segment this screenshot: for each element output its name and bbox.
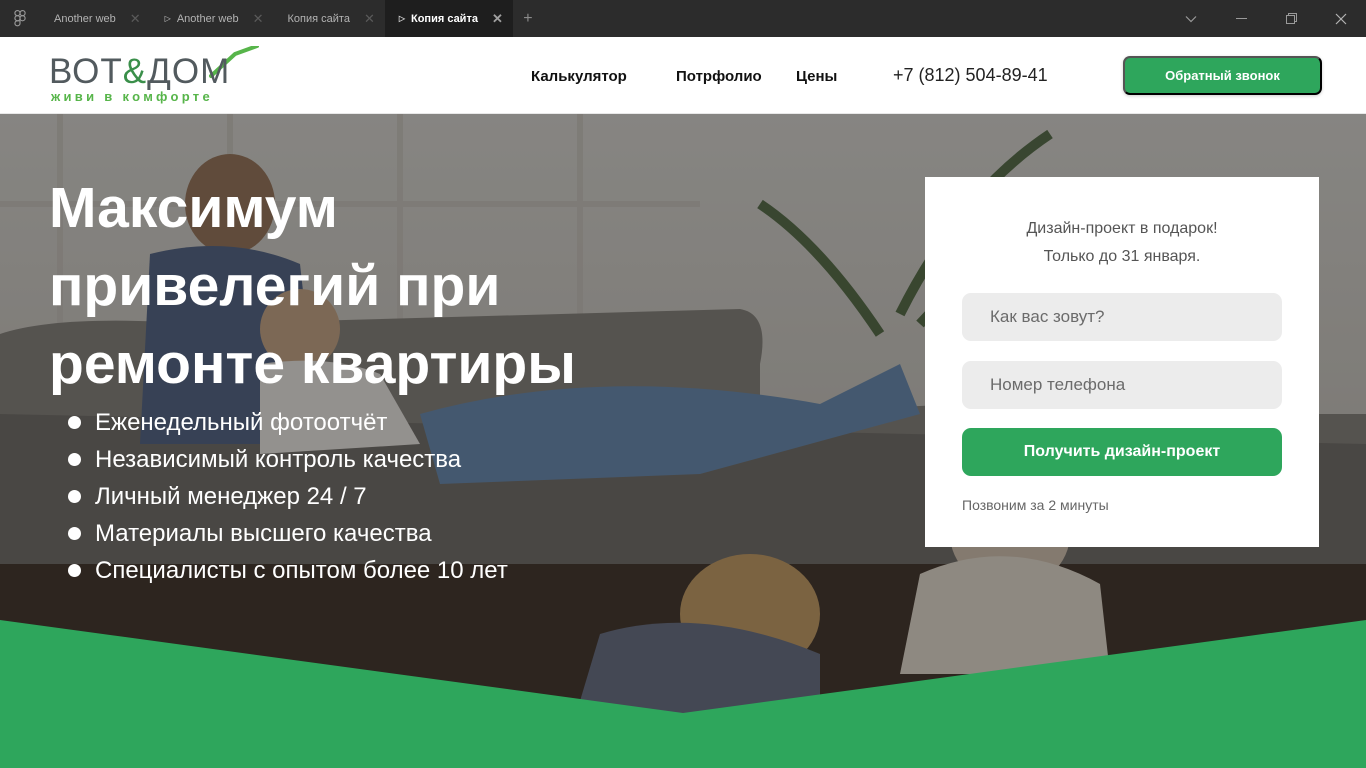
close-window-button[interactable] [1316,0,1366,37]
new-tab-button[interactable]: + [513,0,543,37]
logo-wordmark: ВОТ&ДОМ [49,52,230,92]
nav-portfolio[interactable]: Потрфолио [676,68,762,85]
play-icon: ▷ [398,14,405,23]
close-icon[interactable]: ✕ [364,11,375,27]
bullet-icon [68,416,81,429]
feature-text: Независимый контроль качества [95,445,462,473]
close-icon[interactable]: ✕ [130,11,141,27]
play-icon: ▷ [164,14,171,23]
hero-title-line: привелегий при [49,254,501,318]
tab-label: Another web [176,12,239,25]
get-design-project-button[interactable]: Получить дизайн-проект [962,428,1282,476]
logo-tagline: живи в комфорте [51,89,213,104]
callback-button[interactable]: Обратный звонок [1123,56,1322,95]
feature-item: Личный менеджер 24 / 7 [68,478,508,515]
tab-site-copy-2[interactable]: ▷ Копия сайта ✕ [384,0,513,37]
feature-item: Материалы высшего качества [68,515,508,552]
feature-list: Еженедельный фотоотчёт Независимый контр… [68,404,508,589]
minimize-button[interactable] [1216,0,1266,37]
feature-text: Личный менеджер 24 / 7 [95,482,367,510]
logo-part-vot: ВОТ [49,52,123,91]
nav-calculator[interactable]: Калькулятор [531,68,627,85]
tab-label: Копия сайта [411,12,478,25]
bullet-icon [68,490,81,503]
app-tab-bar: Another web ✕ ▷ Another web ✕ Копия сайт… [0,0,1366,37]
feature-item: Еженедельный фотоотчёт [68,404,508,441]
tab-label: Копия сайта [287,12,350,25]
feature-text: Еженедельный фотоотчёт [95,408,388,436]
feature-item: Независимый контроль качества [68,441,508,478]
promo-text: Дизайн-проект в подарок! Только до 31 ян… [925,215,1319,271]
tab-site-copy-1[interactable]: Копия сайта ✕ [274,0,385,37]
tab-another-web-2[interactable]: ▷ Another web ✕ [151,0,274,37]
lead-form-card: Дизайн-проект в подарок! Только до 31 ян… [925,177,1319,547]
bullet-icon [68,527,81,540]
logo-part-dom: ДОМ [147,52,231,91]
promo-line: Дизайн-проект в подарок! [1026,220,1218,237]
feature-text: Материалы высшего качества [95,519,432,547]
feature-text: Специалисты с опытом более 10 лет [95,556,508,584]
figma-icon[interactable] [0,0,40,37]
logo-ampersand: & [122,52,148,91]
tab-label: Another web [54,12,116,25]
hero-title: Максимум привелегий при ремонте квартиры [49,169,669,403]
plus-icon: + [523,9,533,27]
chevron-down-icon[interactable] [1166,0,1216,37]
callback-note: Позвоним за 2 минуты [962,497,1109,513]
promo-line: Только до 31 января. [1043,248,1201,265]
hero-title-line: Максимум [49,176,338,240]
feature-item: Специалисты с опытом более 10 лет [68,552,508,589]
tab-another-web-1[interactable]: Another web ✕ [40,0,151,37]
site-preview: ВОТ&ДОМ живи в комфорте Калькулятор Потр… [0,37,1366,768]
close-icon[interactable]: ✕ [253,11,264,27]
site-logo[interactable]: ВОТ&ДОМ живи в комфорте [49,46,264,108]
hero-title-line: ремонте квартиры [49,332,576,396]
restore-button[interactable] [1266,0,1316,37]
phone-link[interactable]: +7 (812) 504-89-41 [893,65,1048,86]
window-controls [1166,0,1366,37]
hero-section: Максимум привелегий при ремонте квартиры… [0,114,1366,768]
bullet-icon [68,564,81,577]
nav-prices[interactable]: Цены [796,68,837,85]
name-input[interactable] [962,293,1282,341]
phone-input[interactable] [962,361,1282,409]
close-icon[interactable]: ✕ [492,11,503,27]
site-header: ВОТ&ДОМ живи в комфорте Калькулятор Потр… [0,37,1366,114]
bullet-icon [68,453,81,466]
